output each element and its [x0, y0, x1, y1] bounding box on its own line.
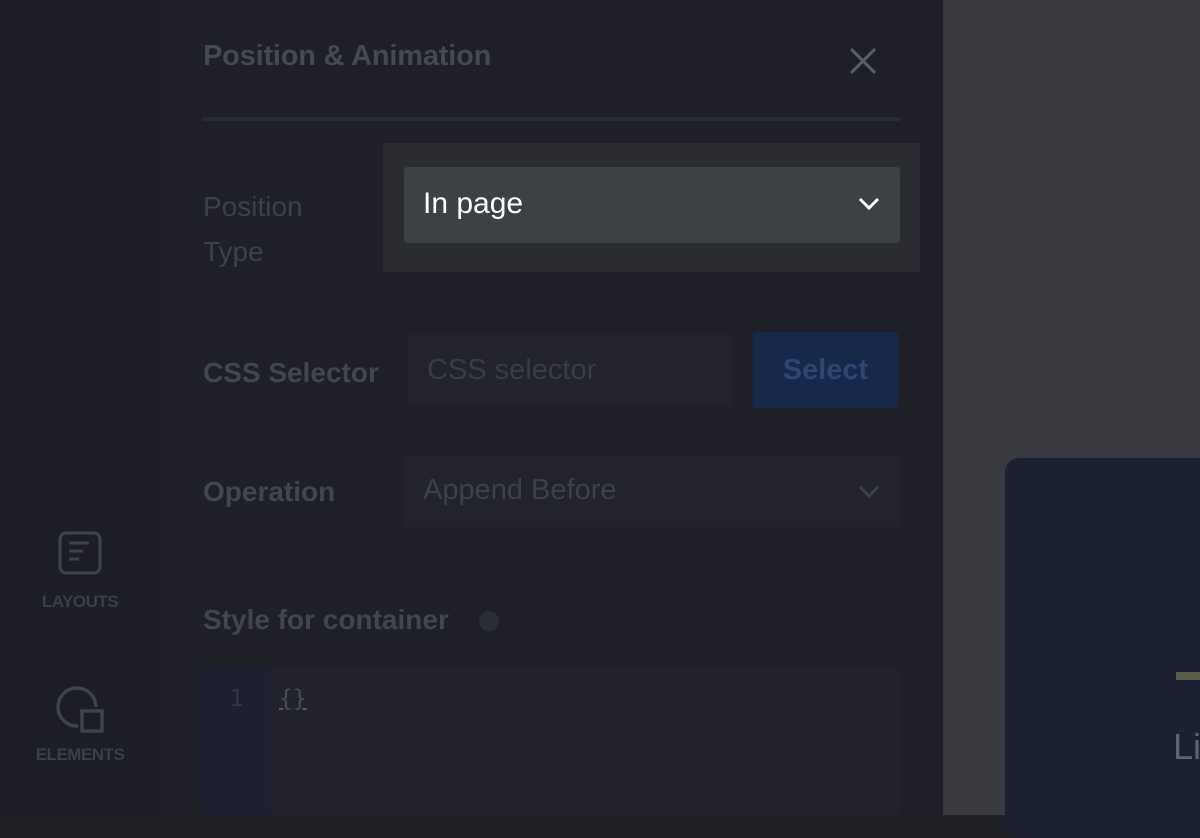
sidebar-item-label: LAYOUTS [41, 592, 119, 611]
operation-select[interactable]: Append Before [404, 455, 900, 527]
panel-divider [203, 117, 900, 121]
select-button[interactable]: Select [753, 332, 898, 408]
editor-gutter: 1 [203, 668, 270, 815]
panel-title: Position & Animation [203, 40, 492, 72]
position-type-value: In page [423, 187, 524, 220]
position-type-label: Position Type [203, 184, 303, 274]
sidebar-item-elements[interactable]: ELEMENTS [0, 683, 160, 765]
preview-accent-line [1176, 672, 1200, 680]
sidebar-item-layouts[interactable]: LAYOUTS [0, 530, 160, 612]
operation-label: Operation [203, 476, 336, 507]
position-type-label-line1: Position [203, 191, 303, 222]
css-selector-input[interactable] [407, 334, 732, 406]
position-type-select[interactable]: In page [404, 167, 900, 243]
style-container-label: Style for container [203, 604, 449, 635]
css-selector-label: CSS Selector [203, 357, 379, 388]
position-type-label-line2: Type [203, 236, 264, 267]
chevron-down-icon [858, 485, 880, 499]
sidebar-item-label: ELEMENTS [35, 745, 125, 764]
canvas-area: Li [943, 0, 1200, 838]
close-icon[interactable] [848, 46, 878, 76]
operation-value: Append Before [423, 474, 617, 506]
style-code-editor[interactable]: 1 {} [203, 668, 900, 815]
code-line[interactable]: {} [279, 686, 307, 712]
preview-text: Li [1173, 726, 1200, 767]
chevron-down-icon [858, 197, 880, 211]
info-icon[interactable] [478, 610, 500, 632]
left-sidebar: LAYOUTS ELEMENTS [0, 0, 160, 815]
layout-document-icon [58, 531, 102, 575]
line-number: 1 [229, 686, 244, 712]
preview-card[interactable]: Li [1005, 458, 1200, 838]
position-animation-panel: Position & Animation Position Type In pa… [160, 0, 943, 815]
elements-shapes-icon [56, 686, 104, 733]
